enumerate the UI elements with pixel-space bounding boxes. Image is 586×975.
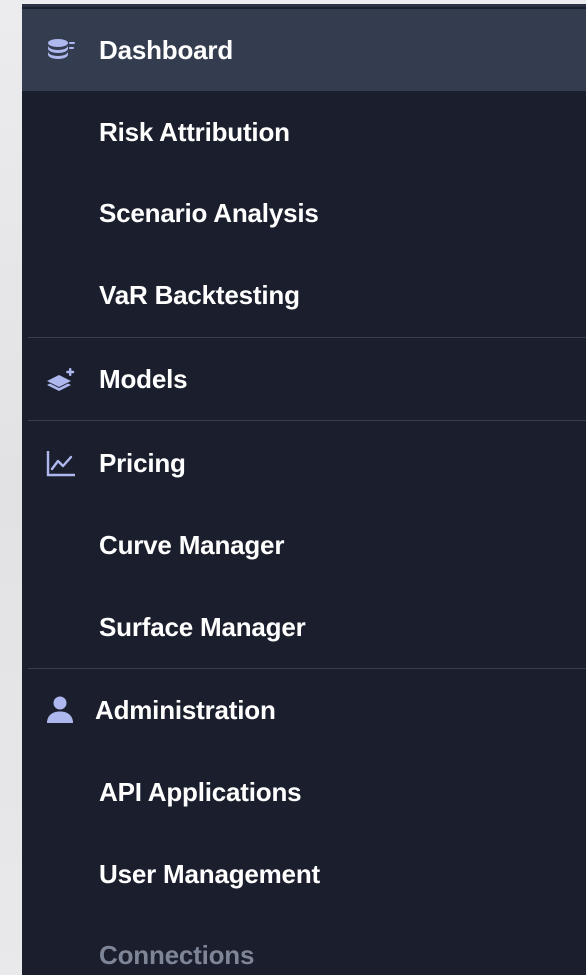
line-chart-icon (44, 446, 78, 480)
sidebar-item-pricing[interactable]: Pricing (22, 422, 586, 504)
sidebar-item-models[interactable]: Models (22, 338, 586, 420)
sidebar-item-api-applications[interactable]: API Applications (22, 751, 586, 833)
database-stack-icon (44, 33, 78, 67)
sidebar-item-scenario-analysis[interactable]: Scenario Analysis (22, 172, 586, 254)
sidebar-item-label: User Management (99, 858, 320, 889)
sidebar-item-label: Risk Attribution (99, 116, 290, 147)
sidebar-item-label: Administration (95, 694, 276, 725)
sidebar-nav: Dashboard Risk Attribution Scenario Anal… (22, 4, 586, 975)
sidebar-item-dashboard[interactable]: Dashboard (22, 9, 586, 91)
sidebar-item-surface-manager[interactable]: Surface Manager (22, 586, 586, 668)
layers-plus-icon (44, 362, 78, 396)
sidebar-item-curve-manager[interactable]: Curve Manager (22, 504, 586, 586)
sidebar-item-risk-attribution[interactable]: Risk Attribution (22, 91, 586, 173)
sidebar-item-label: Curve Manager (99, 529, 285, 560)
sidebar-item-connections[interactable]: Connections (22, 914, 586, 975)
sidebar-item-label: VaR Backtesting (99, 279, 300, 310)
divider (28, 420, 586, 421)
sidebar-item-label: Scenario Analysis (99, 197, 319, 228)
user-icon (44, 693, 78, 727)
sidebar-item-user-management[interactable]: User Management (22, 833, 586, 915)
sidebar-item-label: API Applications (99, 776, 302, 807)
sidebar-item-label: Surface Manager (99, 611, 306, 642)
sidebar-top-border (22, 4, 586, 7)
sidebar-item-label: Models (99, 363, 188, 394)
sidebar-item-var-backtesting[interactable]: VaR Backtesting (22, 254, 586, 336)
sidebar-item-label: Connections (99, 939, 255, 970)
sidebar-item-label: Pricing (99, 447, 186, 478)
sidebar-item-label: Dashboard (99, 34, 234, 65)
sidebar-item-administration[interactable]: Administration (22, 669, 586, 751)
